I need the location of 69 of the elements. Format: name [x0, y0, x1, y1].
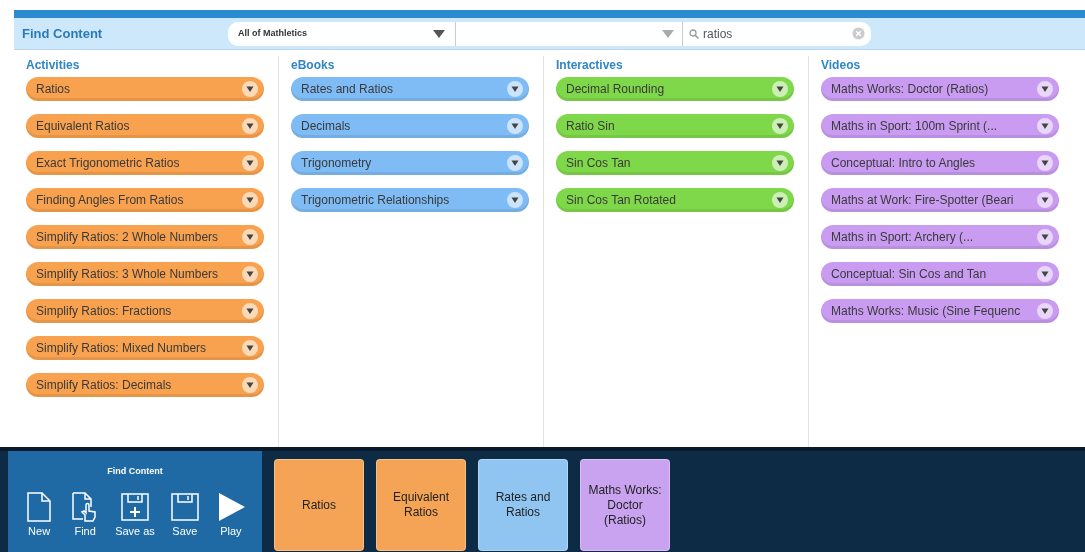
content-item[interactable]: Maths at Work: Fire-Spotter (Beari [821, 188, 1059, 212]
content-item[interactable]: Simplify Ratios: Mixed Numbers [26, 336, 264, 360]
content-item[interactable]: Trigonometry [291, 151, 529, 175]
caret-icon[interactable] [1037, 266, 1053, 282]
content-item[interactable]: Conceptual: Intro to Angles [821, 151, 1059, 175]
save-plus-icon [119, 490, 151, 523]
search-field[interactable]: ratios [683, 21, 871, 46]
toolbar-button[interactable]: New [23, 490, 56, 539]
content-tile[interactable]: Rates and Ratios [478, 459, 568, 551]
caret-icon[interactable] [242, 377, 258, 393]
caret-icon[interactable] [242, 340, 258, 356]
column-heading: Interactives [556, 57, 624, 74]
caret-icon[interactable] [242, 229, 258, 245]
content-tile[interactable]: Equivalent Ratios [376, 459, 466, 551]
content-item[interactable]: Exact Trigonometric Ratios [26, 151, 264, 175]
caret-icon[interactable] [507, 118, 523, 134]
column-heading: eBooks [291, 57, 336, 74]
caret-icon [433, 29, 445, 38]
caret-icon[interactable] [242, 192, 258, 208]
caret-icon[interactable] [242, 266, 258, 282]
content-item[interactable]: Sin Cos Tan [556, 151, 794, 175]
caret-icon[interactable] [1037, 229, 1053, 245]
content-item[interactable]: Maths in Sport: Archery (... [821, 225, 1059, 249]
content-item[interactable]: Trigonometric Relationships [291, 188, 529, 212]
content-item[interactable]: Equivalent Ratios [26, 114, 264, 138]
caret-icon[interactable] [1037, 192, 1053, 208]
content-item[interactable]: Ratio Sin [556, 114, 794, 138]
caret-icon[interactable] [772, 155, 788, 171]
content-tile[interactable]: Ratios [274, 459, 364, 551]
caret-icon[interactable] [242, 81, 258, 97]
content-item[interactable]: Maths Works: Music (Sine Fequenc [821, 299, 1059, 323]
content-item[interactable]: Maths in Sport: 100m Sprint (... [821, 114, 1059, 138]
caret-icon[interactable] [772, 192, 788, 208]
caret-icon[interactable] [772, 81, 788, 97]
content-item[interactable]: Decimal Rounding [556, 77, 794, 101]
page-title: Find Content [21, 24, 104, 43]
content-item[interactable]: Conceptual: Sin Cos and Tan [821, 262, 1059, 286]
content-item[interactable]: Ratios [26, 77, 264, 101]
column-heading: Activities [26, 57, 81, 74]
toolbar-title: Find Content [107, 465, 163, 478]
toolbar-button[interactable]: Find [69, 490, 102, 539]
column-heading: Videos [821, 57, 862, 74]
caret-icon[interactable] [1037, 155, 1053, 171]
content-item[interactable]: Maths Works: Doctor (Ratios) [821, 77, 1059, 101]
caret-icon[interactable] [242, 155, 258, 171]
content-item[interactable]: Decimals [291, 114, 529, 138]
content-item[interactable]: Simplify Ratios: 3 Whole Numbers [26, 262, 264, 286]
scope-dropdown[interactable]: All of Mathletics [228, 21, 456, 46]
caret-icon[interactable] [1037, 118, 1053, 134]
caret-icon[interactable] [507, 155, 523, 171]
content-item[interactable]: Sin Cos Tan Rotated [556, 188, 794, 212]
caret-icon[interactable] [242, 118, 258, 134]
caret-icon[interactable] [1037, 81, 1053, 97]
caret-icon[interactable] [507, 192, 523, 208]
content-item[interactable]: Simplify Ratios: Decimals [26, 373, 264, 397]
content-tile[interactable]: Maths Works: Doctor (Ratios) [580, 459, 670, 551]
content-item[interactable]: Finding Angles From Ratios [26, 188, 264, 212]
content-item[interactable]: Simplify Ratios: Fractions [26, 299, 264, 323]
content-item[interactable]: Rates and Ratios [291, 77, 529, 101]
caret-icon[interactable] [507, 81, 523, 97]
content-item[interactable]: Simplify Ratios: 2 Whole Numbers [26, 225, 264, 249]
caret-icon[interactable] [1037, 303, 1053, 319]
toolbar-button[interactable]: Save [168, 490, 201, 539]
search-icon [689, 28, 699, 39]
toolbar-button[interactable]: Play [214, 490, 247, 539]
caret-icon [662, 29, 674, 38]
caret-icon[interactable] [772, 118, 788, 134]
caret-icon[interactable] [242, 303, 258, 319]
toolbar-button[interactable]: Save as [115, 490, 155, 539]
